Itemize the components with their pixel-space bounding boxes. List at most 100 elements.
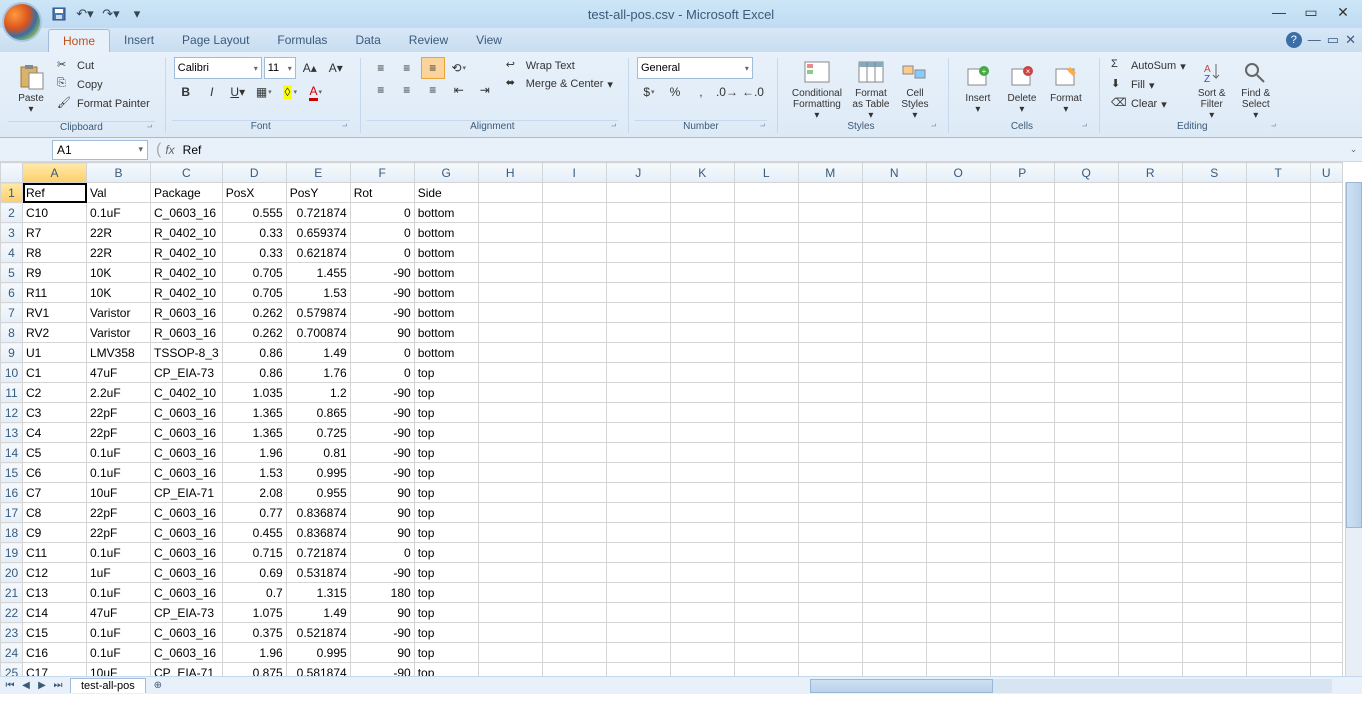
cell[interactable]: [990, 323, 1054, 343]
cell[interactable]: top: [414, 543, 478, 563]
cell[interactable]: [670, 443, 734, 463]
cell[interactable]: [926, 523, 990, 543]
cell[interactable]: [1054, 643, 1118, 663]
cell[interactable]: top: [414, 563, 478, 583]
cell[interactable]: [478, 543, 542, 563]
format-as-table-button[interactable]: Format as Table▾: [850, 57, 892, 121]
cell[interactable]: [1310, 283, 1342, 303]
cell[interactable]: [1246, 383, 1310, 403]
cell[interactable]: -90: [350, 563, 414, 583]
column-header[interactable]: Q: [1054, 163, 1118, 183]
cell[interactable]: [926, 343, 990, 363]
cell[interactable]: [542, 223, 606, 243]
cell[interactable]: 0.262: [222, 323, 286, 343]
row-header[interactable]: 11: [1, 383, 23, 403]
fill-color-button[interactable]: ◊: [278, 81, 302, 103]
cell[interactable]: [1118, 223, 1182, 243]
row-header[interactable]: 21: [1, 583, 23, 603]
accounting-format-icon[interactable]: $: [637, 81, 661, 103]
cell[interactable]: [798, 303, 862, 323]
cell[interactable]: Varistor: [87, 303, 151, 323]
cell[interactable]: [670, 183, 734, 203]
cell[interactable]: [862, 383, 926, 403]
cell[interactable]: [478, 203, 542, 223]
cell[interactable]: [606, 423, 670, 443]
cell[interactable]: [990, 403, 1054, 423]
cell[interactable]: [990, 203, 1054, 223]
cell[interactable]: top: [414, 423, 478, 443]
cell[interactable]: 180: [350, 583, 414, 603]
cell[interactable]: [798, 483, 862, 503]
cell[interactable]: [1182, 483, 1246, 503]
cell[interactable]: C14: [23, 603, 87, 623]
cancel-formula-icon[interactable]: (: [156, 141, 161, 159]
cell[interactable]: 0.955: [286, 483, 350, 503]
cell[interactable]: CP_EIA-71: [151, 663, 223, 677]
cell[interactable]: [926, 323, 990, 343]
cell[interactable]: [1054, 543, 1118, 563]
column-header[interactable]: O: [926, 163, 990, 183]
cell[interactable]: 10uF: [87, 663, 151, 677]
cell[interactable]: [734, 283, 798, 303]
cell[interactable]: C15: [23, 623, 87, 643]
cell[interactable]: [798, 223, 862, 243]
cell[interactable]: [798, 503, 862, 523]
tab-formulas[interactable]: Formulas: [263, 29, 341, 52]
cell[interactable]: [862, 643, 926, 663]
cell[interactable]: [542, 303, 606, 323]
cell[interactable]: [542, 263, 606, 283]
cell[interactable]: 0.1uF: [87, 583, 151, 603]
cell[interactable]: [1310, 323, 1342, 343]
cell[interactable]: [1054, 603, 1118, 623]
cell[interactable]: [926, 423, 990, 443]
office-button[interactable]: [2, 2, 42, 42]
cell[interactable]: [990, 443, 1054, 463]
cell[interactable]: [1118, 523, 1182, 543]
cell[interactable]: [798, 663, 862, 677]
cell-styles-button[interactable]: Cell Styles▾: [894, 57, 936, 121]
cell[interactable]: 0.455: [222, 523, 286, 543]
cell[interactable]: [926, 263, 990, 283]
last-sheet-icon[interactable]: ⏭: [50, 678, 66, 694]
row-header[interactable]: 1: [1, 183, 23, 203]
cell[interactable]: [1054, 583, 1118, 603]
cell[interactable]: [1118, 403, 1182, 423]
cell[interactable]: [798, 603, 862, 623]
cell[interactable]: [1118, 203, 1182, 223]
cell[interactable]: 0.33: [222, 223, 286, 243]
cell[interactable]: [1182, 403, 1246, 423]
close-workbook-icon[interactable]: ✕: [1345, 32, 1356, 48]
cell[interactable]: [670, 283, 734, 303]
cell[interactable]: [734, 443, 798, 463]
cell[interactable]: [734, 543, 798, 563]
row-header[interactable]: 13: [1, 423, 23, 443]
cell[interactable]: [1310, 603, 1342, 623]
cell[interactable]: -90: [350, 443, 414, 463]
cell[interactable]: [926, 223, 990, 243]
cell[interactable]: [1054, 283, 1118, 303]
row-header[interactable]: 25: [1, 663, 23, 677]
column-header[interactable]: K: [670, 163, 734, 183]
cell[interactable]: top: [414, 383, 478, 403]
cell[interactable]: [734, 603, 798, 623]
cell[interactable]: [926, 663, 990, 677]
cell[interactable]: [926, 203, 990, 223]
cell[interactable]: bottom: [414, 223, 478, 243]
cell[interactable]: [990, 243, 1054, 263]
row-header[interactable]: 7: [1, 303, 23, 323]
cell[interactable]: [1182, 443, 1246, 463]
cell[interactable]: [990, 623, 1054, 643]
comma-format-icon[interactable]: ,: [689, 81, 713, 103]
cell[interactable]: [542, 643, 606, 663]
cell[interactable]: [862, 483, 926, 503]
align-top-icon[interactable]: ≡: [369, 57, 393, 79]
cell[interactable]: [1246, 623, 1310, 643]
cell[interactable]: [1182, 363, 1246, 383]
cell[interactable]: RV1: [23, 303, 87, 323]
cell[interactable]: [1182, 203, 1246, 223]
cell[interactable]: [1118, 463, 1182, 483]
find-select-button[interactable]: Find & Select▾: [1235, 57, 1277, 121]
cell[interactable]: [670, 543, 734, 563]
cell[interactable]: [990, 283, 1054, 303]
paste-button[interactable]: Paste▾: [10, 57, 52, 121]
